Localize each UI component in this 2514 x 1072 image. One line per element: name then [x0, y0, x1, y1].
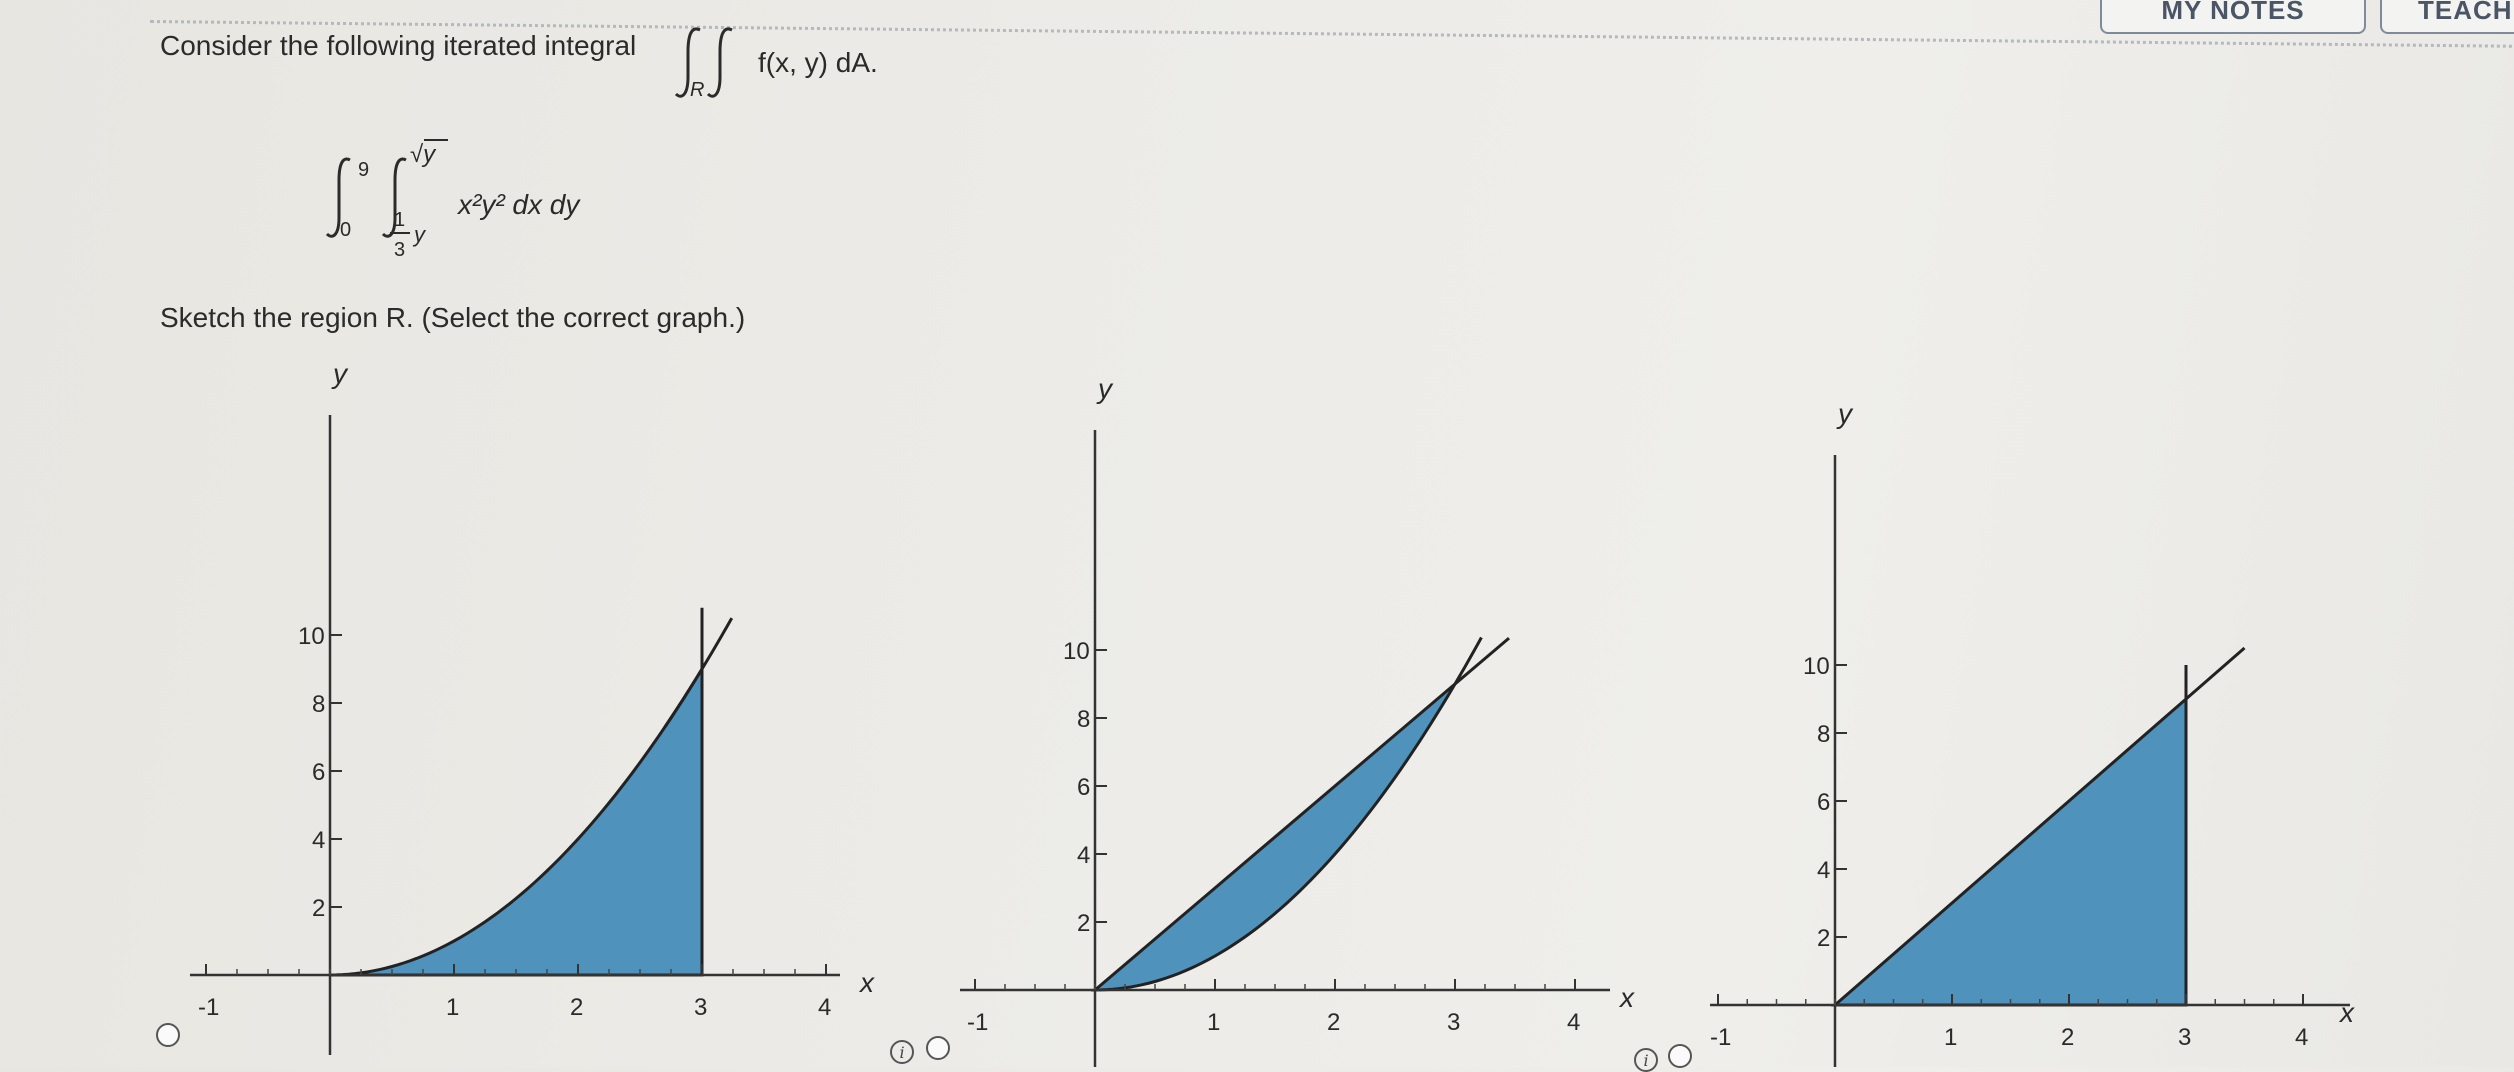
graph-a-y-tick-label: 2	[312, 895, 325, 922]
outer-lower-limit: 0	[340, 219, 351, 241]
graph-c-y-tick-label: 2	[1817, 925, 1830, 952]
iterated-integral: 9 0 √y 1 3 y x²y² dx dy	[325, 139, 581, 261]
graph-c-y-tick-label: 10	[1803, 653, 1830, 680]
graph-b-y-label: y	[1096, 373, 1114, 404]
graph-b-y-tick-label: 10	[1063, 638, 1090, 665]
graph-b-x-tick-label: 3	[1447, 1009, 1460, 1036]
graph-a-x-tick-label: 3	[694, 994, 707, 1021]
inner-lower-numerator: 1	[394, 209, 405, 231]
graph-b-y-tick-label: 8	[1077, 706, 1090, 733]
general-integrand: f(x, y) dA.	[758, 47, 878, 78]
radio-option-a[interactable]	[156, 1023, 180, 1047]
graph-c-x-tick-label: 3	[2178, 1024, 2191, 1051]
graph-option-b[interactable]: -1 1 2 3 4 2 4 6 8 10 y x	[930, 370, 1650, 1067]
graph-b-y-tick-label: 2	[1077, 910, 1090, 937]
graph-c-y-tick-label: 8	[1817, 721, 1830, 748]
info-icon[interactable]: i	[1634, 1048, 1658, 1072]
graph-option-c[interactable]: -1 1 2 3 4 2 4 6 8 10 y x	[1690, 395, 2370, 1067]
graph-a-x-label: x	[858, 967, 875, 998]
graph-b-x-tick-label: 1	[1207, 1009, 1220, 1036]
graph-c-x-label: x	[2338, 997, 2355, 1028]
graph-a-y-label: y	[331, 358, 349, 389]
graph-a-y-tick-label: 4	[312, 827, 325, 854]
double-integral-symbol: R f(x, y) dA.	[674, 27, 878, 101]
info-icon[interactable]: i	[890, 1040, 914, 1064]
graph-a-y-tick-label: 6	[312, 759, 325, 786]
graph-a-y-tick-label: 10	[298, 623, 325, 650]
graph-a-x-tick-label: 2	[570, 994, 583, 1021]
graph-c-x-tick-label: -1	[1710, 1024, 1731, 1051]
graph-c-y-tick-label: 4	[1817, 857, 1830, 884]
graph-b-x-tick-label: 4	[1567, 1009, 1580, 1036]
inner-lower-variable: y	[412, 222, 427, 247]
graph-c-x-tick-label: 1	[1944, 1024, 1957, 1051]
radio-option-c[interactable]	[1668, 1044, 1692, 1068]
graph-b-x-label: x	[1618, 982, 1635, 1013]
graph-c-y-label: y	[1836, 398, 1854, 429]
graph-b-region	[1090, 682, 1457, 992]
question-intro: Consider the following iterated integral	[160, 30, 636, 62]
graph-a-x-tick-label: 1	[446, 994, 459, 1021]
question-intro-text: Consider the following iterated integral	[160, 30, 637, 61]
inner-lower-denominator: 3	[394, 239, 405, 261]
graph-a-region	[329, 607, 734, 977]
graph-a-x-tick-label: -1	[198, 994, 219, 1021]
radio-option-b[interactable]	[926, 1036, 950, 1060]
ask-your-teacher-button[interactable]: ASK YOUR TEACHER	[2380, 0, 2514, 34]
graph-b-y-tick-label: 4	[1077, 842, 1090, 869]
graph-c-region	[1830, 695, 2188, 1007]
graph-b-y-tick-label: 6	[1077, 774, 1090, 801]
question-instruction: Sketch the region R. (Select the correct…	[160, 302, 746, 333]
graph-b-x-tick-label: 2	[1327, 1009, 1340, 1036]
my-notes-button[interactable]: MY NOTES	[2100, 0, 2366, 34]
graph-c-x-tick-label: 2	[2061, 1024, 2074, 1051]
graph-a-x-tick-label: 4	[818, 994, 831, 1021]
graph-c-y-tick-label: 6	[1817, 789, 1830, 816]
graph-a-y-tick-label: 8	[312, 691, 325, 718]
graph-c-x-tick-label: 4	[2295, 1024, 2308, 1051]
integral-subscript: R	[690, 79, 704, 101]
inner-upper-limit: √y	[410, 141, 437, 168]
outer-upper-limit: 9	[358, 159, 369, 181]
graph-b-x-tick-label: -1	[967, 1009, 988, 1036]
graph-option-a[interactable]: -1 1 2 3 4 2 4 6 8 10 y x	[140, 355, 880, 1067]
integrand: x²y² dx dy	[456, 189, 581, 220]
